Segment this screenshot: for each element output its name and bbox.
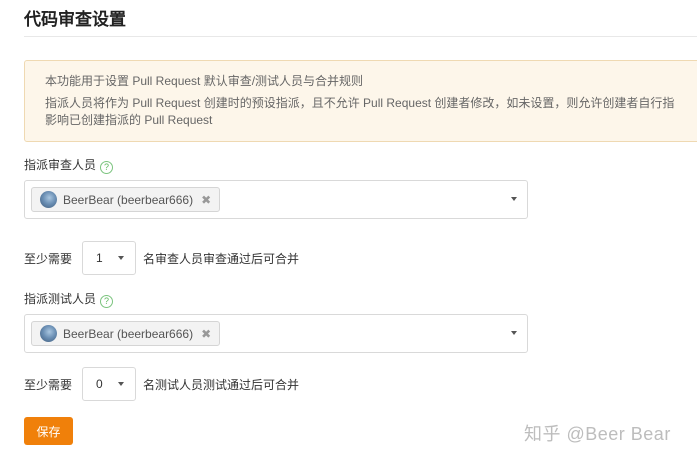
watermark: 知乎 @Beer Bear [524, 424, 671, 444]
min-reviewers-value: 1 [96, 251, 103, 265]
caret-down-icon[interactable] [511, 331, 517, 335]
min-testers-select[interactable]: 0 [82, 367, 136, 401]
close-icon[interactable]: ✖ [201, 327, 211, 341]
caret-down-icon [118, 256, 124, 260]
info-notice: 本功能用于设置 Pull Request 默认审查/测试人员与合并规则 指派人员… [24, 60, 697, 142]
avatar [40, 191, 57, 208]
avatar [40, 325, 57, 342]
page-title: 代码审查设置 [24, 10, 126, 29]
min-reviewers-prefix: 至少需要 [24, 252, 73, 266]
caret-down-icon [118, 382, 124, 386]
min-reviewers-suffix: 名审查人员审查通过后可合并 [143, 252, 300, 266]
tester-tag: BeerBear (beerbear666) ✖ [31, 321, 221, 346]
notice-line-2: 指派人员将作为 Pull Request 创建时的预设指派，且不允许 Pull … [45, 96, 675, 110]
notice-line-1: 本功能用于设置 Pull Request 默认审查/测试人员与合并规则 [45, 74, 364, 88]
reviewers-select[interactable]: BeerBear (beerbear666) ✖ [24, 180, 528, 219]
help-icon[interactable]: ? [100, 161, 114, 174]
caret-down-icon[interactable] [511, 197, 517, 201]
title-divider [24, 36, 697, 37]
testers-label-text: 指派测试人员 [24, 292, 97, 306]
min-testers-suffix: 名测试人员测试通过后可合并 [143, 378, 300, 392]
help-icon[interactable]: ? [100, 295, 114, 308]
min-reviewers-select[interactable]: 1 [82, 241, 136, 275]
reviewers-label-text: 指派审查人员 [24, 158, 97, 172]
code-review-settings-page: 代码审查设置 本功能用于设置 Pull Request 默认审查/测试人员与合并… [0, 0, 697, 461]
reviewers-label: 指派审查人员? [24, 157, 114, 174]
reviewer-tag: BeerBear (beerbear666) ✖ [31, 187, 221, 212]
notice-line-3: 影响已创建指派的 Pull Request [45, 113, 213, 127]
testers-label: 指派测试人员? [24, 291, 114, 308]
testers-select[interactable]: BeerBear (beerbear666) ✖ [24, 314, 528, 353]
tester-tag-name: BeerBear (beerbear666) [63, 326, 194, 341]
min-testers-value: 0 [96, 377, 103, 391]
min-testers-prefix: 至少需要 [24, 378, 73, 392]
reviewer-tag-name: BeerBear (beerbear666) [63, 192, 194, 207]
save-button[interactable]: 保存 [24, 417, 73, 445]
close-icon[interactable]: ✖ [201, 193, 211, 207]
